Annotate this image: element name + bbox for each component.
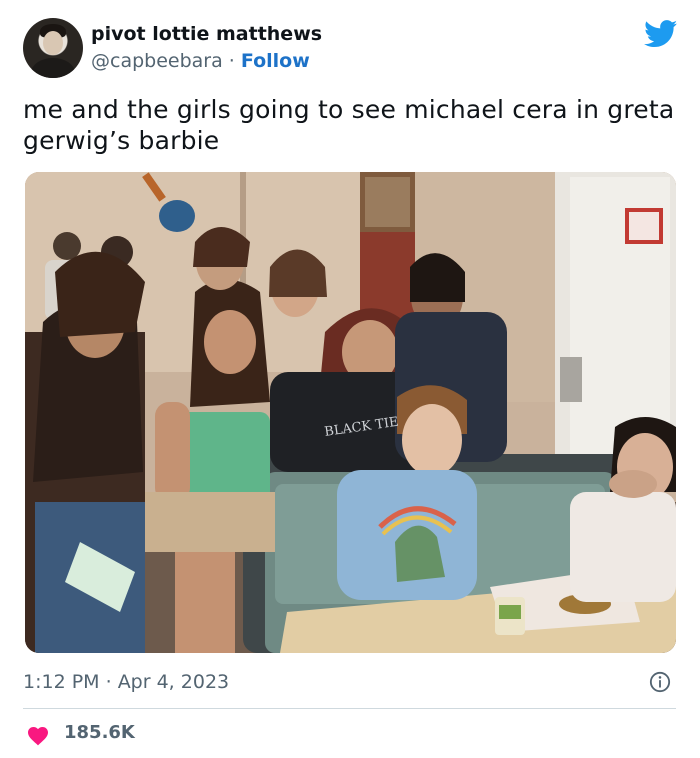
tweet-card: pivot lottie matthews @capbeebara · Foll… (0, 0, 700, 758)
tweet-text: me and the girls going to see michael ce… (23, 95, 675, 155)
heart-icon[interactable] (26, 724, 50, 746)
handle[interactable]: @capbeebara (91, 50, 223, 72)
avatar[interactable] (23, 18, 83, 78)
photo-illustration: BLACK TIE (25, 172, 676, 653)
divider (23, 708, 676, 709)
display-name[interactable]: pivot lottie matthews (91, 23, 322, 45)
tweet-time: 1:12 PM (23, 671, 100, 693)
info-icon[interactable] (649, 671, 671, 693)
twitter-bird-icon[interactable] (644, 20, 678, 48)
follow-button[interactable]: Follow (241, 50, 310, 72)
handle-row: @capbeebara · Follow (91, 50, 310, 72)
tweet-timestamp[interactable]: 1:12 PM · Apr 4, 2023 (23, 671, 229, 693)
timestamp-separator: · (99, 671, 118, 693)
handle-separator: · (222, 50, 241, 72)
tweet-photo[interactable]: BLACK TIE (25, 172, 676, 653)
tweet-date: Apr 4, 2023 (117, 671, 230, 693)
like-count: 185.6K (64, 722, 135, 743)
